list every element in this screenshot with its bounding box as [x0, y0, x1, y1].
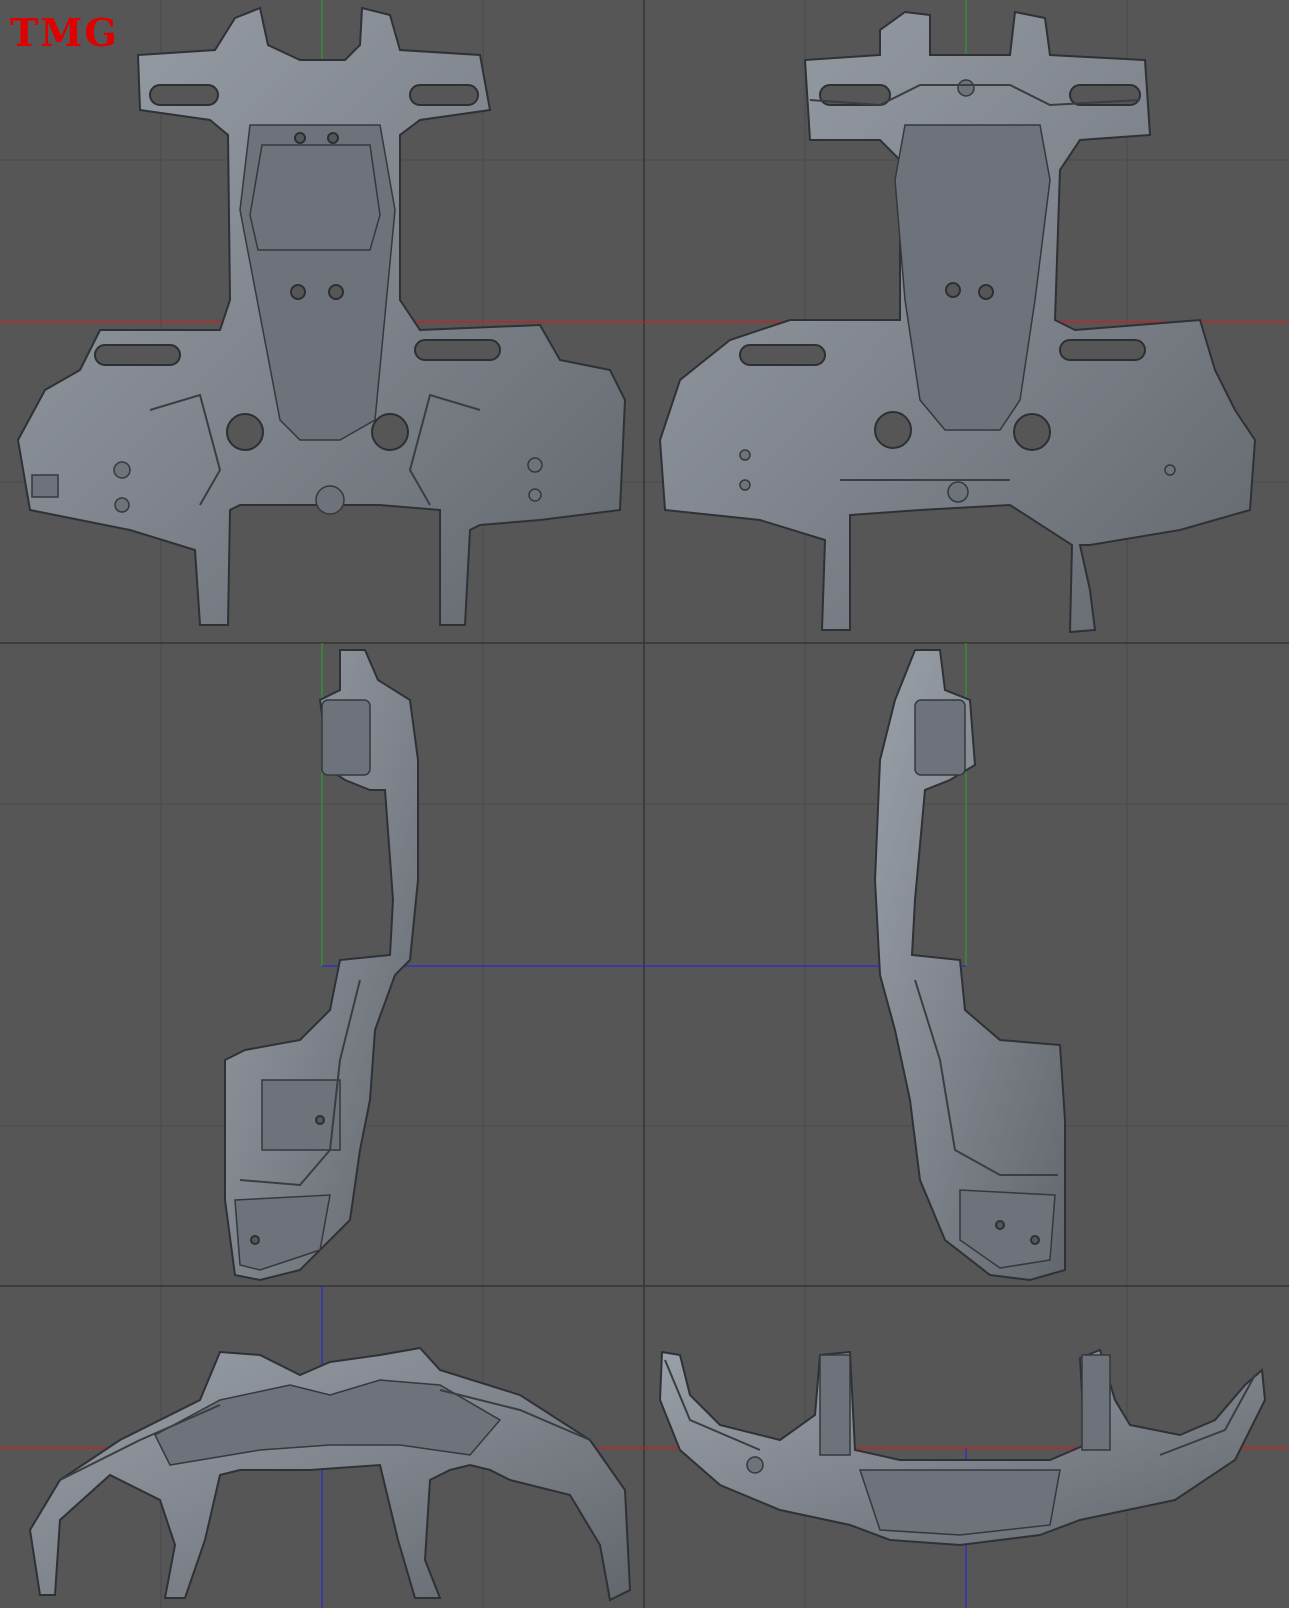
- model-front-view[interactable]: [16, 6, 627, 626]
- model-right-side-view[interactable]: [873, 649, 1066, 1282]
- brand-label: TMG: [10, 10, 119, 55]
- viewport-canvas[interactable]: TMG: [0, 0, 1289, 1608]
- viewport-scene[interactable]: [0, 0, 1289, 1608]
- model-top-view[interactable]: [28, 1346, 632, 1602]
